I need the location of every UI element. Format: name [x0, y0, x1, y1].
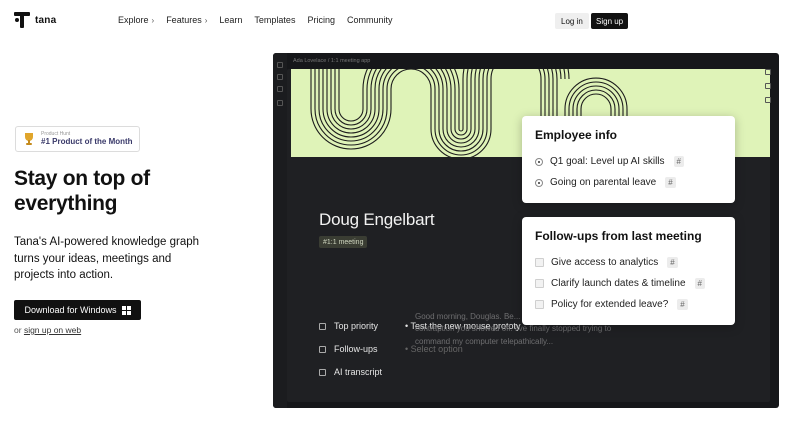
radio-icon: [535, 178, 543, 187]
nav-learn-label: Learn: [219, 15, 243, 25]
app-sidebar: [273, 53, 287, 408]
rail-icon: [765, 83, 771, 89]
tana-logo-icon: [14, 12, 30, 28]
tag-hash-icon: #: [665, 177, 676, 188]
signup-button[interactable]: Sign up: [591, 13, 629, 29]
app-breadcrumb: Ada Lovelace / 1:1 meeting app: [293, 58, 371, 64]
field-icon: [319, 322, 326, 330]
nav-learn[interactable]: Learn: [219, 15, 242, 25]
brand-logo[interactable]: tana: [14, 11, 56, 29]
app-right-rail: [763, 69, 773, 149]
card-item[interactable]: Going on parental leave #: [535, 172, 722, 193]
card-item-text: Q1 goal: Level up AI skills: [550, 156, 665, 167]
nav-templates-label: Templates: [254, 15, 296, 25]
card-item[interactable]: Clarify launch dates & timeline #: [535, 273, 722, 294]
badge-text: Product Hunt #1 Product of the Month: [41, 132, 133, 146]
signup-web-line: or sign up on web: [14, 325, 81, 335]
nav-explore-label: Explore: [118, 15, 149, 25]
checkbox-icon[interactable]: [535, 258, 544, 267]
login-button[interactable]: Log in: [555, 13, 589, 29]
card-item[interactable]: Give access to analytics #: [535, 252, 722, 273]
card-title: Follow-ups from last meeting: [535, 229, 702, 243]
checkbox-icon[interactable]: [535, 279, 544, 288]
card-item[interactable]: Q1 goal: Level up AI skills #: [535, 151, 722, 172]
sidebar-home-icon: [277, 74, 283, 80]
node-supertag[interactable]: #1:1 meeting: [319, 236, 368, 248]
nav-features-label: Features: [166, 15, 202, 25]
card-title: Employee info: [535, 128, 618, 142]
product-hunt-badge[interactable]: Product Hunt #1 Product of the Month: [15, 126, 140, 152]
download-label: Download for Windows: [24, 305, 117, 315]
bullet-icon: •: [405, 344, 409, 354]
card-item-text: Going on parental leave: [550, 177, 657, 188]
radio-icon: [535, 157, 543, 166]
rail-icon: [765, 69, 771, 75]
field-label: Top priority: [334, 321, 379, 331]
chevron-right-icon: ›: [204, 15, 208, 25]
windows-icon: [121, 305, 131, 315]
nav-explore[interactable]: Explore ›: [118, 15, 154, 25]
field-ai-transcript: AI transcript: [319, 367, 382, 377]
field-label: AI transcript: [334, 367, 383, 377]
nav-pricing-label: Pricing: [307, 15, 335, 25]
top-nav: tana Explore › Features › Learn Template…: [0, 0, 800, 40]
card-item-text: Clarify launch dates & timeline: [551, 278, 686, 289]
rail-icon: [765, 97, 771, 103]
hero-subtitle: Tana's AI-powered knowledge graph turns …: [14, 236, 200, 282]
nav-community-label: Community: [346, 15, 393, 25]
nav-links: Explore › Features › Learn Templates Pri…: [118, 15, 392, 25]
employee-info-card: Employee info Q1 goal: Level up AI skill…: [522, 116, 735, 203]
checkbox-icon[interactable]: [535, 300, 544, 309]
card-item-text: Policy for extended leave?: [551, 299, 669, 310]
tag-hash-icon: #: [673, 156, 684, 167]
or-text: or: [14, 325, 22, 335]
follow-ups-card: Follow-ups from last meeting Give access…: [522, 217, 735, 325]
tag-hash-icon: #: [667, 257, 678, 268]
card-item[interactable]: Policy for extended leave? #: [535, 294, 722, 315]
node-title: Doug Engelbart: [319, 210, 435, 229]
nav-templates[interactable]: Templates: [254, 15, 295, 25]
badge-title: #1 Product of the Month: [41, 137, 133, 146]
card-item-text: Give access to analytics: [551, 257, 659, 268]
field-follow-ups: Follow-ups: [319, 344, 378, 354]
bullet-icon: •: [405, 321, 409, 331]
nav-pricing[interactable]: Pricing: [307, 15, 335, 25]
tag-hash-icon: #: [694, 278, 705, 289]
download-windows-button[interactable]: Download for Windows: [14, 300, 141, 320]
trophy-icon: [25, 133, 33, 145]
sidebar-inbox-icon: [277, 100, 283, 106]
brand-name: tana: [35, 14, 57, 26]
tag-hash-icon: #: [677, 299, 688, 310]
chevron-right-icon: ›: [151, 15, 155, 25]
signup-web-link[interactable]: sign up on web: [24, 325, 81, 335]
sidebar-panel-icon: [277, 62, 283, 68]
hero-title: Stay on top of everything: [14, 167, 150, 215]
field-top-priority: Top priority: [319, 321, 378, 331]
nav-features[interactable]: Features ›: [166, 15, 207, 25]
field-icon: [319, 368, 326, 376]
sidebar-search-icon: [277, 86, 283, 92]
field-label: Follow-ups: [334, 344, 378, 354]
nav-community[interactable]: Community: [347, 15, 393, 25]
field-icon: [319, 345, 326, 353]
